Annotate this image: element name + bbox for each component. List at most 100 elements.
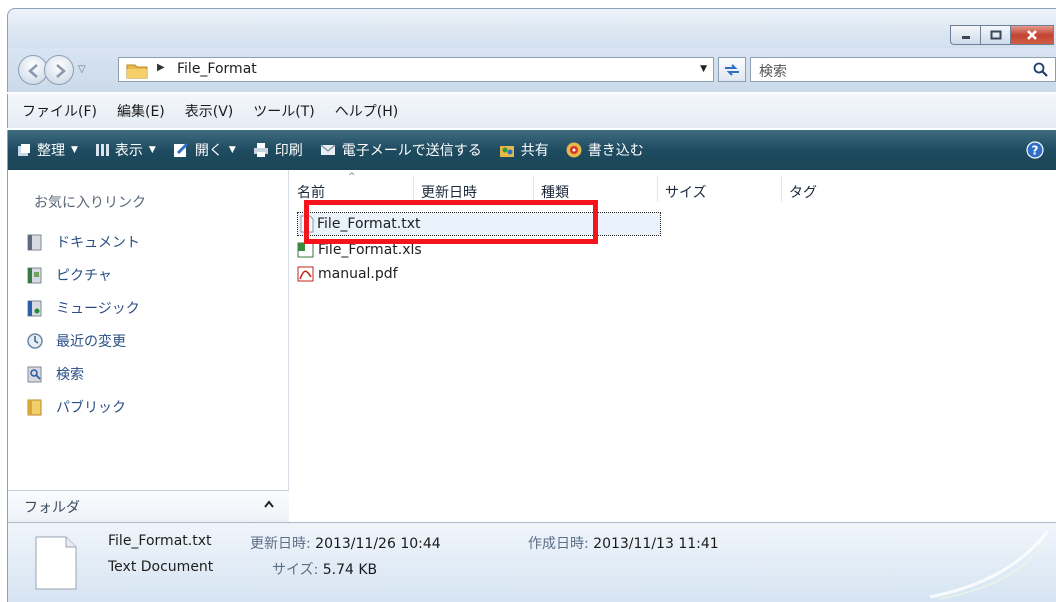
- print-button[interactable]: 印刷: [252, 140, 303, 160]
- refresh-button[interactable]: [718, 57, 746, 82]
- decorative-swoosh-icon: [930, 530, 1050, 600]
- details-size-label: サイズ:: [272, 562, 319, 578]
- email-button[interactable]: 電子メールで送信する: [319, 140, 482, 160]
- details-created: 作成日時: 2013/11/13 11:41: [528, 533, 719, 553]
- details-modified-value: 2013/11/26 10:44: [315, 536, 441, 552]
- searches-icon: [26, 365, 44, 383]
- details-size: サイズ: 5.74 KB: [272, 559, 377, 579]
- details-modified-label: 更新日時:: [250, 536, 311, 552]
- menu-edit[interactable]: 編集(E): [109, 97, 173, 125]
- sidebar-item-label: ピクチャ: [56, 268, 112, 284]
- public-folder-icon: [26, 398, 44, 416]
- folders-bar[interactable]: フォルダ: [8, 490, 289, 522]
- column-header-type[interactable]: 種類: [534, 176, 658, 202]
- explorer-window: ▽ ▶ File_Format ▼ 検索 ファイル(F) 編集(E) 表示(V)…: [0, 0, 1056, 602]
- email-label: 電子メールで送信する: [341, 143, 482, 159]
- views-label: 表示: [114, 143, 143, 159]
- music-icon: [26, 299, 44, 317]
- menu-tools[interactable]: ツール(T): [245, 97, 322, 125]
- menu-bar: ファイル(F) 編集(E) 表示(V) ツール(T) ヘルプ(H): [7, 94, 1056, 128]
- sort-ascending-icon: ^: [348, 172, 356, 182]
- sidebar-item-label: 検索: [56, 367, 84, 383]
- share-button[interactable]: 共有: [498, 140, 549, 160]
- organize-button[interactable]: 整理 ▼: [16, 140, 78, 160]
- maximize-button[interactable]: [980, 25, 1010, 45]
- address-dropdown-icon[interactable]: ▼: [700, 64, 707, 74]
- folders-label: フォルダ: [24, 500, 80, 516]
- menu-help[interactable]: ヘルプ(H): [327, 97, 406, 125]
- pdf-file-icon: [297, 265, 315, 283]
- recent-changes-icon: [26, 332, 44, 350]
- sidebar-item-documents[interactable]: ドキュメント: [26, 232, 140, 252]
- forward-arrow-icon: [56, 64, 66, 78]
- open-label: 開く: [194, 143, 223, 159]
- file-name: manual.pdf: [318, 266, 398, 282]
- sidebar-item-label: ドキュメント: [56, 235, 140, 251]
- address-bar[interactable]: ▶ File_Format ▼: [118, 57, 714, 82]
- forward-button[interactable]: [44, 55, 74, 85]
- column-headers: 名前 ^ 更新日時 種類 サイズ タグ: [290, 172, 1056, 206]
- details-filename: File_Format.txt: [108, 533, 212, 549]
- share-icon: [498, 141, 516, 159]
- sidebar-item-recent-changes[interactable]: 最近の変更: [26, 331, 126, 351]
- pictures-icon: [26, 266, 44, 284]
- refresh-icon: [725, 63, 739, 76]
- sidebar-item-label: 最近の変更: [56, 334, 126, 350]
- file-row[interactable]: File_Format.xls: [297, 240, 422, 260]
- sidebar-item-searches[interactable]: 検索: [26, 364, 84, 384]
- chevron-up-icon[interactable]: [263, 498, 275, 512]
- burn-label: 書き込む: [587, 143, 644, 159]
- sidebar-item-public[interactable]: パブリック: [26, 397, 126, 417]
- burn-button[interactable]: 書き込む: [565, 140, 644, 160]
- file-list: 名前 ^ 更新日時 種類 サイズ タグ File_Format.txt File_…: [290, 170, 1056, 522]
- menu-view[interactable]: 表示(V): [177, 97, 242, 125]
- print-label: 印刷: [274, 143, 303, 159]
- column-header-modified[interactable]: 更新日時: [414, 176, 534, 202]
- close-icon: [1027, 30, 1037, 40]
- sidebar-item-label: ミュージック: [56, 301, 140, 317]
- details-file-type: Text Document: [108, 559, 214, 575]
- help-icon[interactable]: ?: [1026, 141, 1044, 163]
- file-name: File_Format.txt: [317, 216, 421, 232]
- close-button[interactable]: [1010, 25, 1054, 45]
- details-created-value: 2013/11/13 11:41: [593, 536, 719, 552]
- recent-pages-dropdown[interactable]: ▽: [78, 64, 86, 75]
- column-header-tags[interactable]: タグ: [782, 176, 906, 202]
- organize-label: 整理: [37, 143, 65, 159]
- chevron-down-icon: ▼: [228, 145, 236, 155]
- breadcrumb-separator-icon[interactable]: ▶: [157, 62, 165, 73]
- file-row-selected[interactable]: File_Format.txt: [297, 212, 661, 236]
- search-icon[interactable]: [1033, 62, 1049, 82]
- details-size-value: 5.74 KB: [322, 562, 378, 578]
- sidebar-item-music[interactable]: ミュージック: [26, 298, 140, 318]
- file-row[interactable]: manual.pdf: [297, 264, 398, 284]
- burn-icon: [565, 141, 583, 159]
- breadcrumb-current[interactable]: File_Format: [177, 61, 257, 77]
- command-bar: 整理 ▼ 表示 ▼ 開く ▼ 印刷 電子メールで送信する 共有 書き込む ?: [7, 130, 1056, 170]
- column-header-size[interactable]: サイズ: [658, 176, 782, 202]
- search-box[interactable]: 検索: [750, 57, 1056, 82]
- minimize-button[interactable]: [950, 25, 980, 45]
- file-name: File_Format.xls: [318, 242, 422, 258]
- maximize-icon: [990, 30, 1001, 40]
- views-icon: [94, 142, 110, 158]
- details-modified: 更新日時: 2013/11/26 10:44: [250, 533, 441, 553]
- search-input[interactable]: 検索: [759, 61, 787, 81]
- chevron-down-icon: ▼: [71, 145, 78, 155]
- text-file-icon: [300, 215, 314, 233]
- views-button[interactable]: 表示 ▼: [94, 140, 156, 160]
- sidebar-item-label: パブリック: [56, 400, 126, 416]
- open-icon: [172, 141, 190, 159]
- open-button[interactable]: 開く ▼: [172, 140, 236, 160]
- documents-icon: [26, 233, 44, 251]
- menu-file[interactable]: ファイル(F): [14, 97, 105, 125]
- excel-file-icon: [297, 241, 315, 259]
- column-header-name[interactable]: 名前 ^: [290, 172, 414, 202]
- organize-icon: [16, 142, 32, 158]
- navigation-pane: お気に入りリンク ドキュメント ピクチャ ミュージック 最近の変更 検索 パブリ…: [7, 170, 289, 522]
- minimize-icon: [961, 36, 970, 39]
- caption-buttons: [950, 25, 1054, 45]
- sidebar-item-pictures[interactable]: ピクチャ: [26, 265, 112, 285]
- folder-icon: [126, 64, 148, 79]
- title-bar: [7, 8, 1056, 48]
